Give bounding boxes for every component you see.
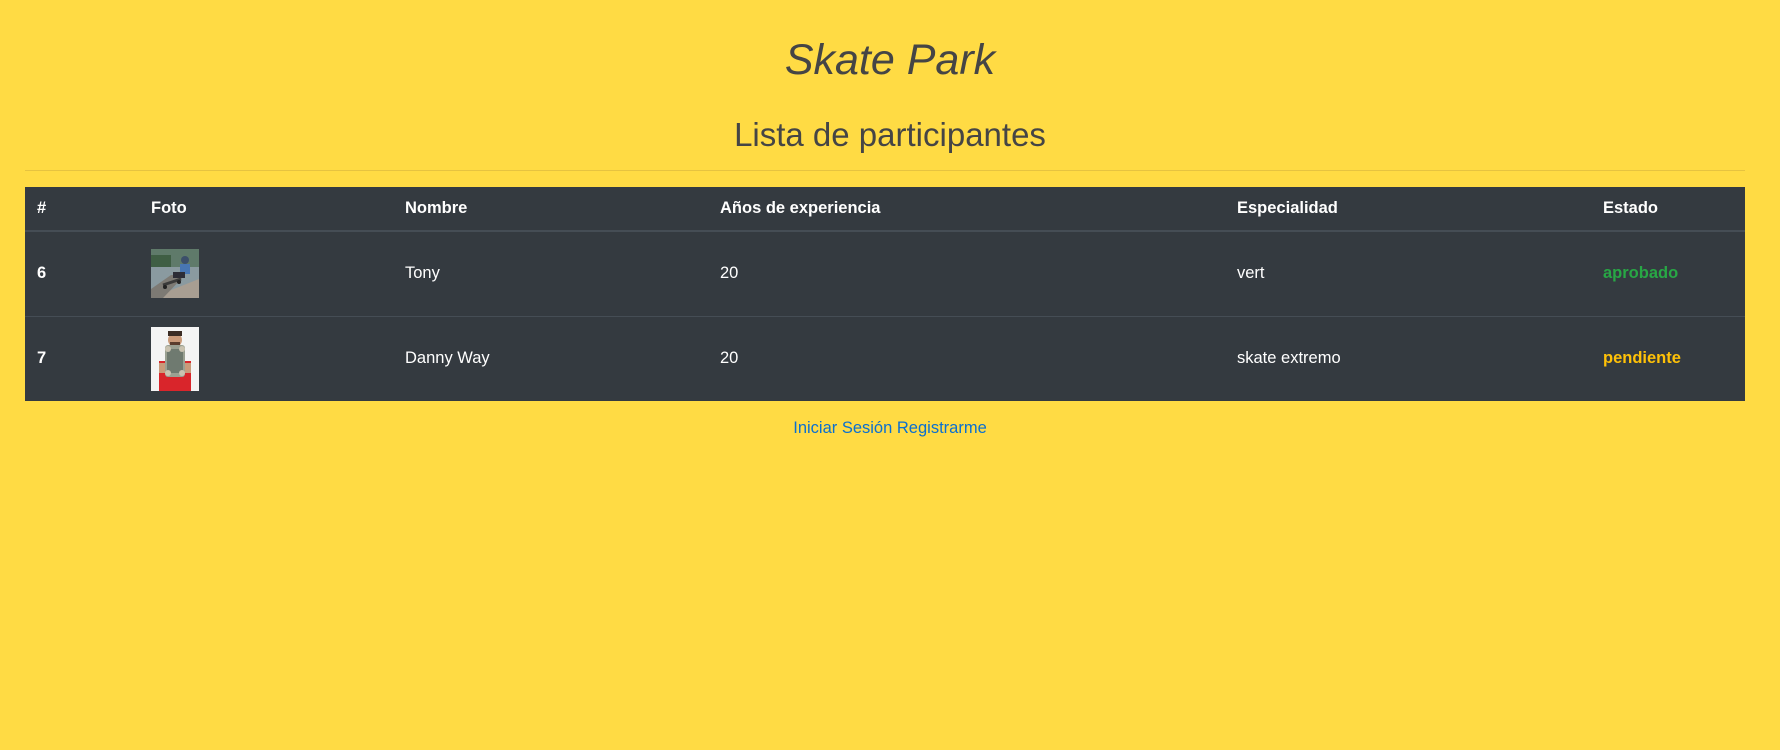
table-body: 6 Tony 20 vert aprobado 7 Danny Way 20 s…: [25, 231, 1745, 401]
site-title: Skate Park: [784, 36, 996, 84]
cell-status: aprobado: [1591, 231, 1745, 316]
login-link[interactable]: Iniciar Sesión: [793, 419, 892, 437]
table-header: # Foto Nombre Años de experiencia Especi…: [25, 187, 1745, 232]
header-number: #: [25, 187, 139, 232]
register-link[interactable]: Registrarme: [897, 419, 987, 437]
header-name: Nombre: [393, 187, 708, 232]
page: Skate Park Lista de participantes # Foto…: [0, 0, 1780, 750]
cell-specialty: skate extremo: [1225, 315, 1591, 401]
table-row: 6 Tony 20 vert aprobado: [25, 231, 1745, 316]
header-specialty: Especialidad: [1225, 187, 1591, 232]
divider: [25, 170, 1745, 171]
auth-links: Iniciar Sesión Registrarme: [0, 417, 1780, 439]
participants-table: # Foto Nombre Años de experiencia Especi…: [25, 187, 1745, 401]
cell-photo: [139, 315, 393, 401]
status-badge: pendiente: [1603, 349, 1681, 368]
participants-table-container: # Foto Nombre Años de experiencia Especi…: [25, 187, 1745, 401]
skater-photo-tony-image: [151, 249, 199, 299]
cell-name: Danny Way: [393, 315, 708, 401]
header-row: # Foto Nombre Años de experiencia Especi…: [25, 187, 1745, 232]
cell-name: Tony: [405, 264, 440, 283]
skater-photo-danny-way-image: [151, 326, 199, 391]
cell-specialty: vert: [1237, 264, 1265, 283]
header-years-experience: Años de experiencia: [708, 187, 1225, 232]
header-photo: Foto: [139, 187, 393, 232]
header-status: Estado: [1591, 187, 1745, 232]
skater-photo-tony: [151, 249, 199, 299]
cell-number: 6: [37, 264, 47, 283]
cell-years: 20: [720, 264, 739, 283]
cell-years: 20: [708, 315, 1225, 401]
page-heading: Lista de participantes: [734, 116, 1046, 153]
cell-number: 7: [25, 315, 139, 401]
skater-photo-danny-way: [151, 326, 199, 391]
cell-status: pendiente: [1591, 315, 1745, 401]
table-row: 7 Danny Way 20 skate extremo pendiente: [25, 315, 1745, 401]
cell-photo: [139, 231, 393, 316]
status-badge: aprobado: [1603, 264, 1679, 283]
